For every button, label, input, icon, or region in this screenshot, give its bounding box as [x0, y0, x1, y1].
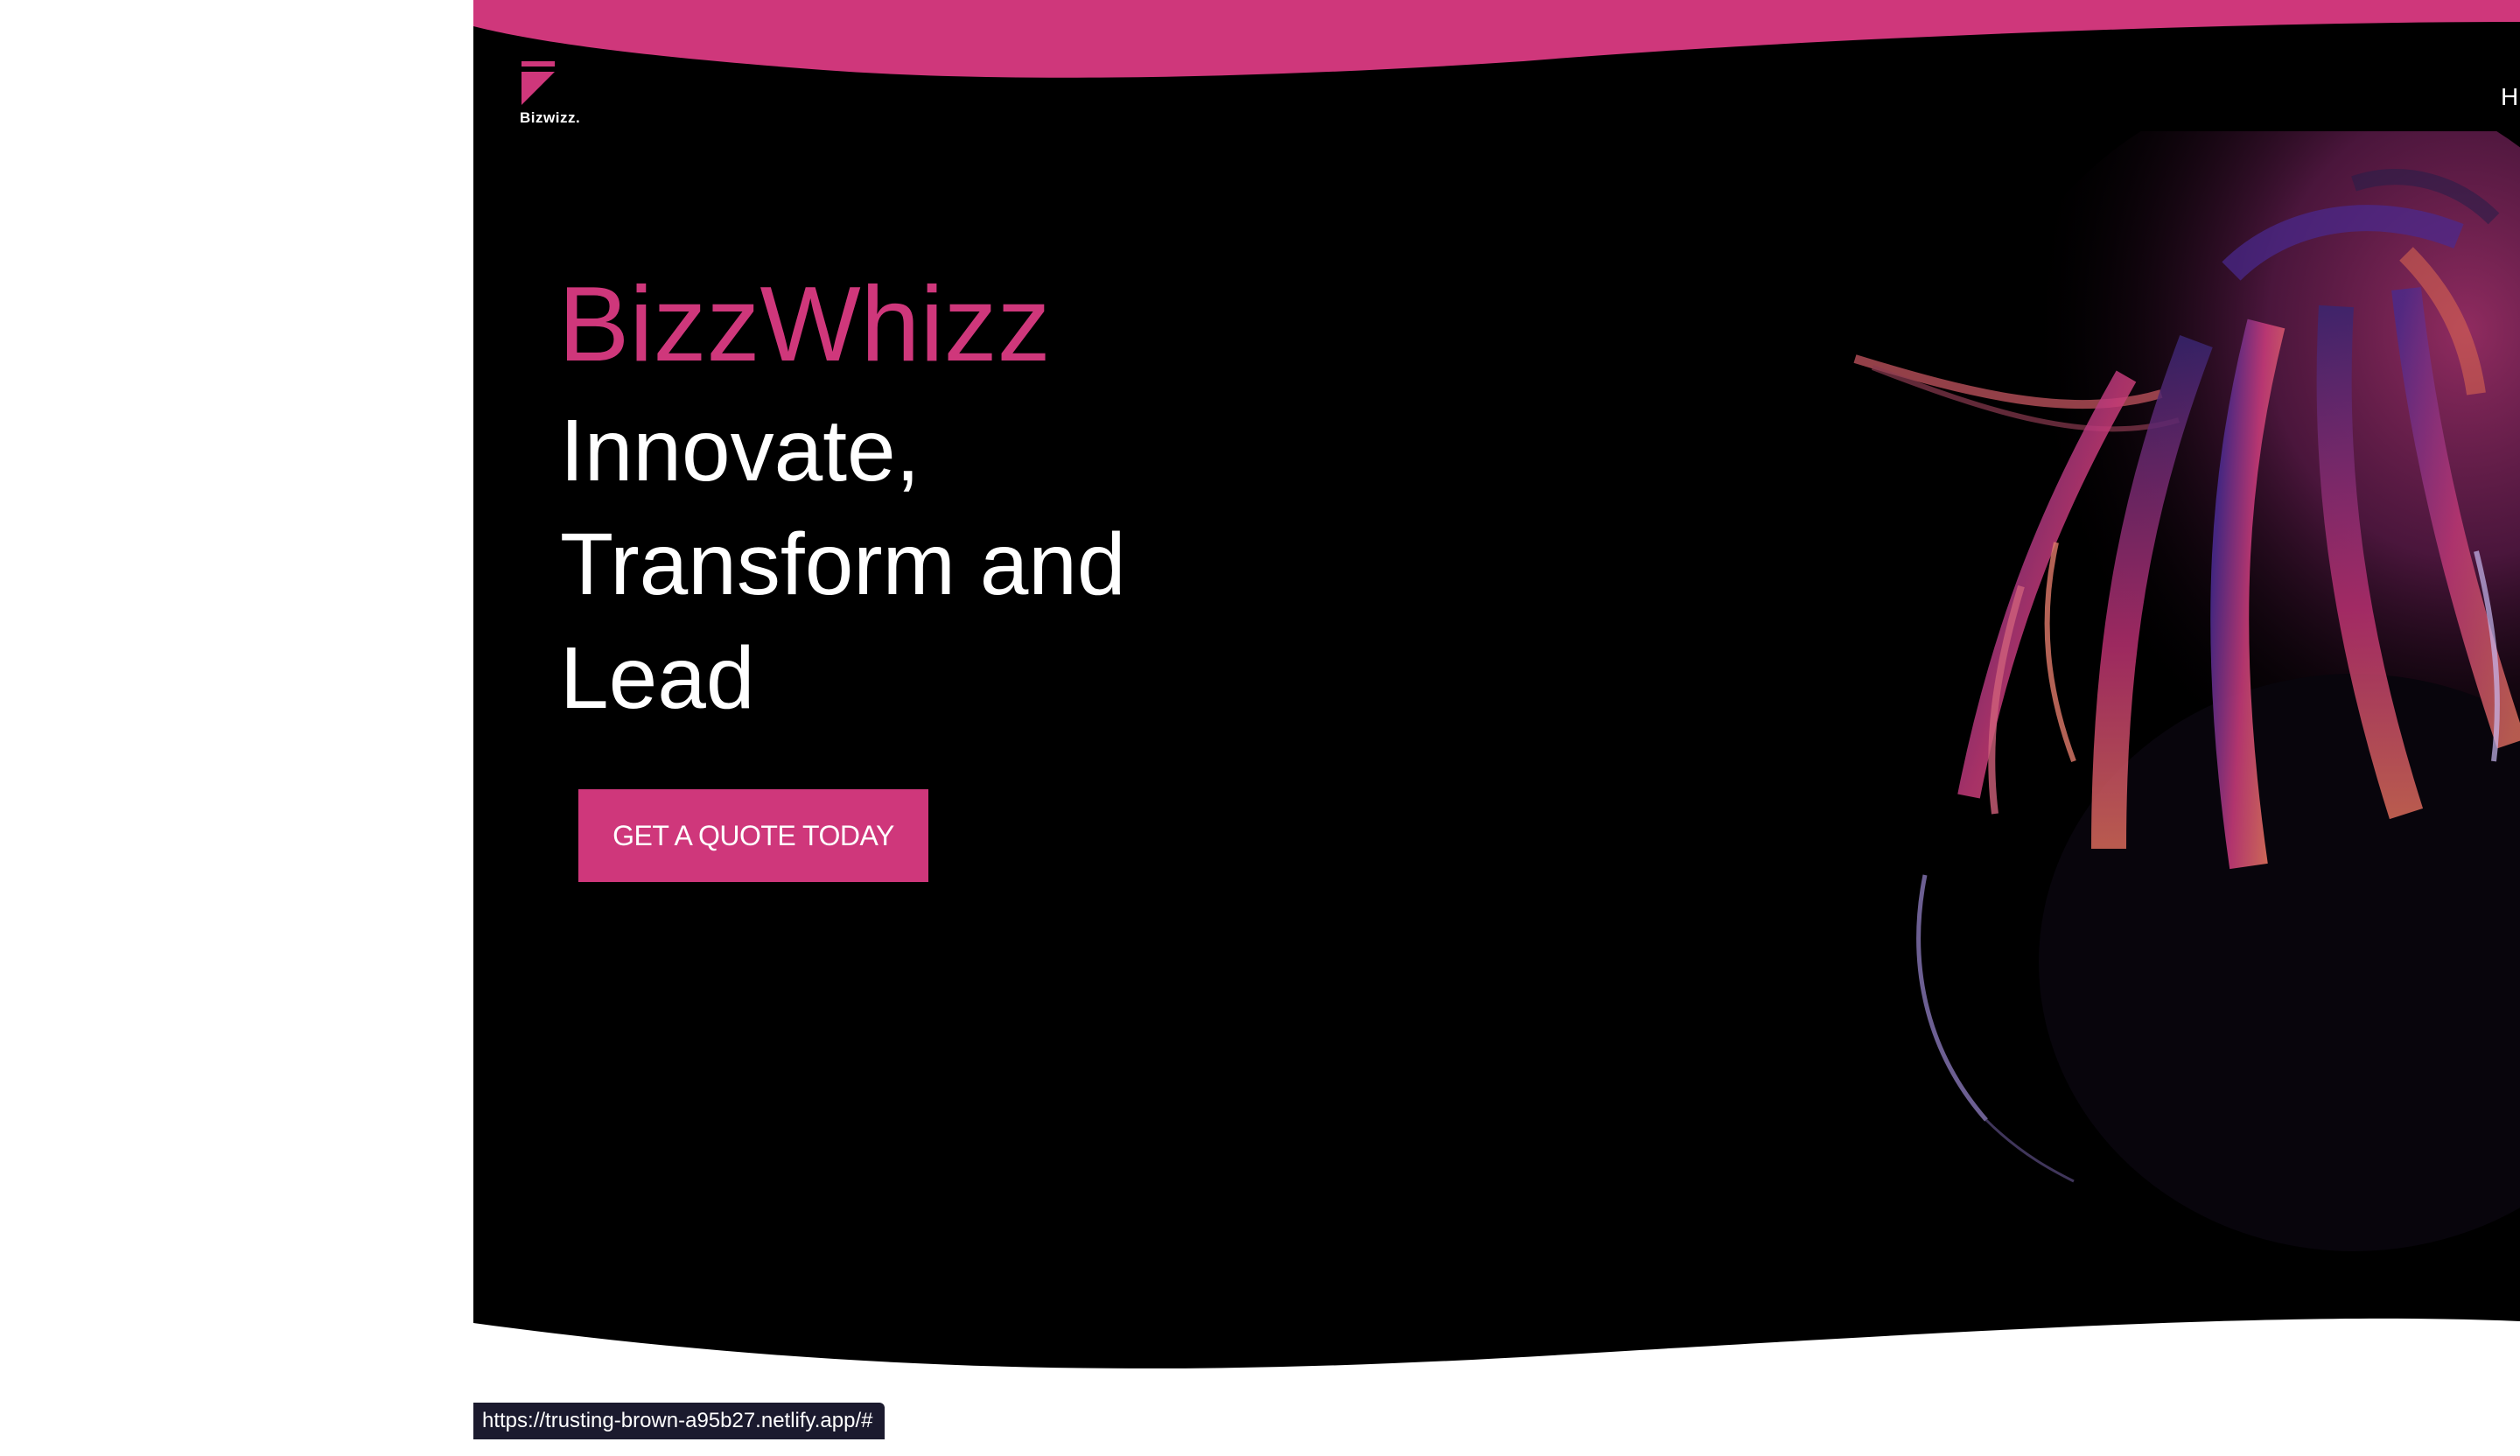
logo-text: Bizwizz. — [520, 109, 581, 126]
brand-title: BizzWhizz — [558, 264, 1051, 383]
status-bar-url: https://trusting-brown-a95b27.netlify.ap… — [473, 1403, 886, 1439]
page: Bizwizz. H BizzWhizz Innovate, Transform… — [0, 0, 2520, 1456]
logo-flag-icon — [522, 61, 556, 105]
get-quote-button[interactable]: GET A QUOTE TODAY — [578, 789, 928, 882]
nav-item-partial[interactable]: H — [2501, 83, 2518, 111]
logo[interactable]: Bizwizz. — [520, 61, 616, 131]
hero-tagline: Innovate, Transform and Lead — [560, 402, 1126, 727]
